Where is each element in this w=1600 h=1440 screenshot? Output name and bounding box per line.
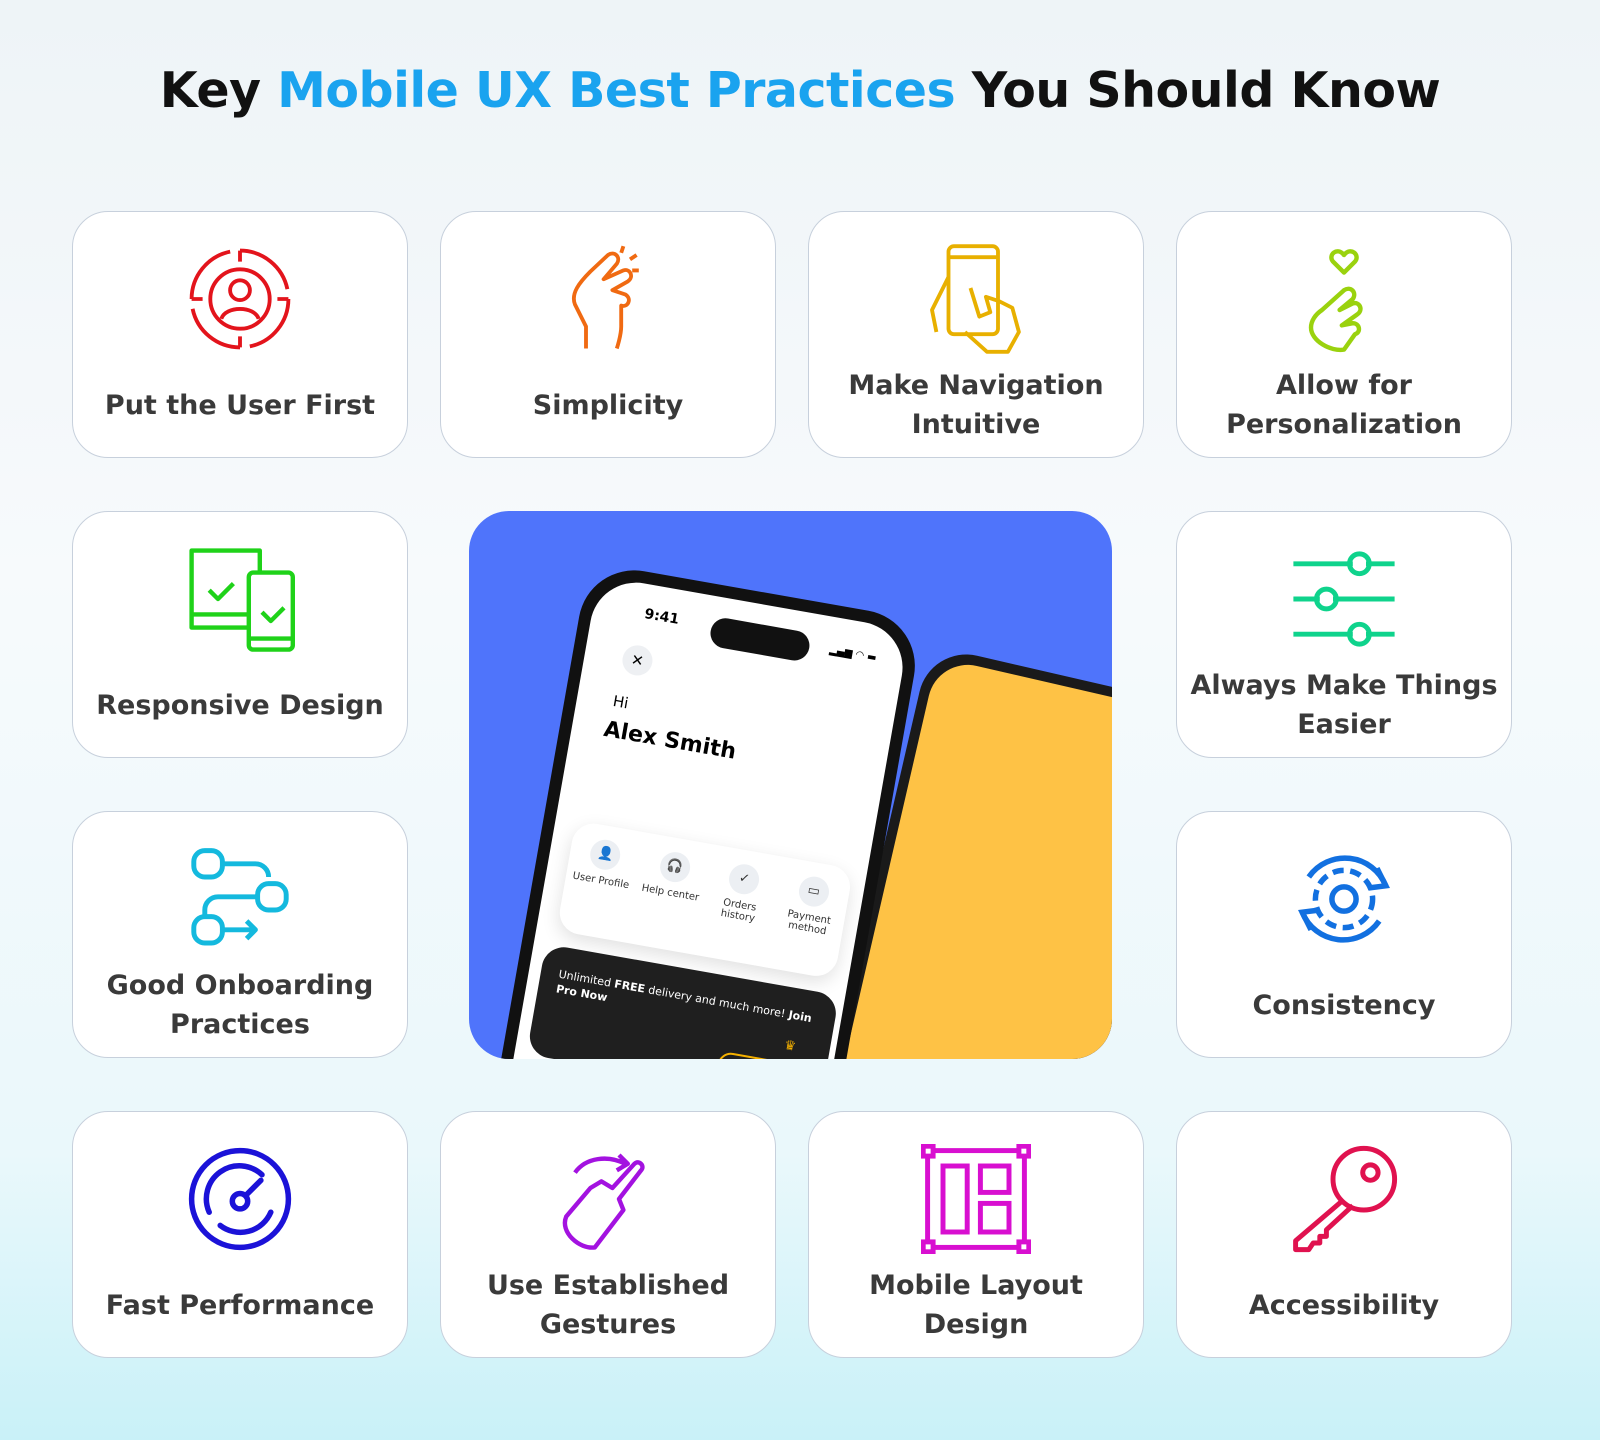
card-make-easier: Always Make Things Easier (1176, 511, 1512, 758)
wallet-icon: ▭ (796, 874, 832, 909)
primary-phone: 9:41 ▂▄▆ ◠ ▬ ✕ Hi Alex Smith 👤 User Profi… (474, 561, 924, 1059)
dynamic-island (708, 615, 812, 663)
card-onboarding: Good Onboarding Practices (72, 811, 408, 1058)
user-cycle-icon (189, 248, 291, 350)
sync-gear-icon (1298, 855, 1390, 943)
save-now-button[interactable]: Save now (715, 1050, 813, 1059)
menu-help-center[interactable]: 🎧 Help center (631, 847, 707, 954)
card-layout-design: Mobile Layout Design (808, 1111, 1144, 1358)
sliders-icon (1293, 551, 1395, 647)
phone-tap-icon (930, 244, 1021, 354)
layout-grid-icon (921, 1144, 1031, 1254)
menu-user-profile[interactable]: 👤 User Profile (561, 835, 637, 942)
crown-icon: ♛ (782, 1037, 797, 1055)
card-simplicity: Simplicity (440, 211, 776, 458)
user-icon: 👤 (588, 837, 623, 873)
card-fast-performance: Fast Performance (72, 1111, 408, 1358)
swipe-gesture-icon (562, 1153, 645, 1250)
card-personalization: Allow for Personalization (1176, 211, 1512, 458)
user-name: Alex Smith (601, 716, 738, 765)
flow-icon (191, 848, 289, 946)
card-accessibility: Accessibility (1176, 1111, 1512, 1358)
finger-heart-icon (1308, 249, 1363, 353)
card-put-user-first: Put the User First (72, 211, 408, 458)
finger-snap-icon (572, 245, 639, 350)
page-title: Key Mobile UX Best Practices You Should … (159, 62, 1441, 119)
card-navigation: Make Navigation Intuitive (808, 211, 1144, 458)
speedometer-icon (188, 1147, 292, 1251)
status-icons: ▂▄▆ ◠ ▬ (828, 644, 878, 664)
menu-orders-history[interactable]: ✓ Orders history (700, 859, 776, 966)
phone-mockup-panel: 9:41 ▂▄▆ ◠ ▬ ✕ Hi Alex Smith 👤 User Profi… (469, 511, 1112, 1059)
menu-payment-method[interactable]: ▭ Payment method (770, 872, 846, 979)
headset-icon: 🎧 (657, 849, 693, 885)
bag-check-icon: ✓ (726, 861, 762, 897)
key-icon (1293, 1145, 1398, 1253)
responsive-devices-icon (189, 548, 295, 652)
card-consistency: Consistency (1176, 811, 1512, 1058)
card-responsive-design: Responsive Design (72, 511, 408, 758)
card-gestures: Use Established Gestures (440, 1111, 776, 1358)
close-button[interactable]: ✕ (620, 643, 655, 678)
